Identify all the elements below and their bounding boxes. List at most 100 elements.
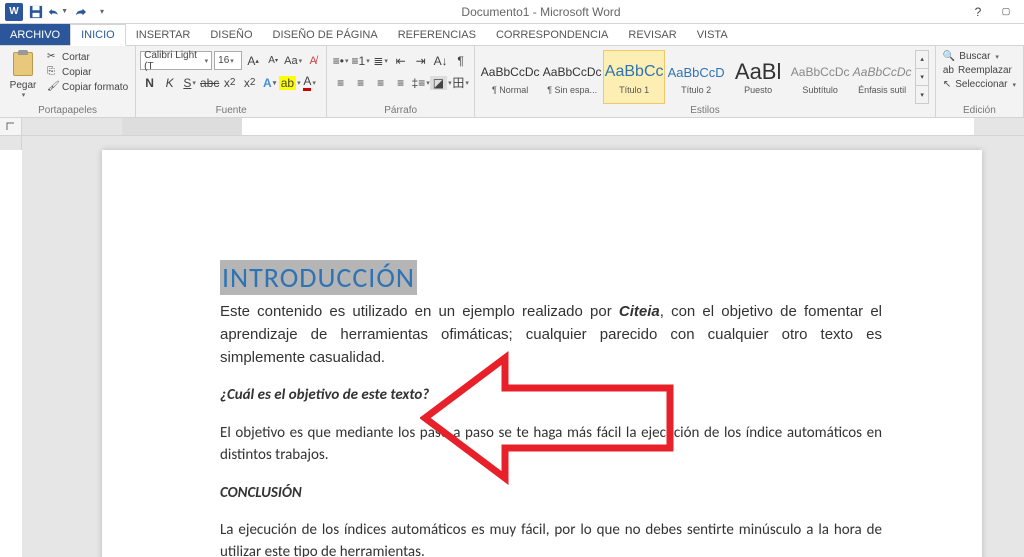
- undo-button[interactable]: ▼: [48, 2, 68, 22]
- title-bar: W ▼ ▾ Documento1 - Microsoft Word ? ▢: [0, 0, 1024, 24]
- styles-gallery: AaBbCcDc¶ Normal AaBbCcDc¶ Sin espa... A…: [479, 48, 929, 104]
- bullets-button[interactable]: ≡•▾: [331, 51, 350, 70]
- doc-paragraph-2[interactable]: El objetivo es que mediante los paso a p…: [220, 423, 882, 467]
- save-icon: [29, 5, 43, 19]
- tab-references[interactable]: REFERENCIAS: [388, 24, 486, 45]
- group-font-label: Fuente: [140, 104, 322, 117]
- cursor-icon: ↖: [943, 79, 951, 90]
- horizontal-ruler[interactable]: [22, 118, 1024, 135]
- doc-paragraph-3[interactable]: La ejecución de los índices automáticos …: [220, 520, 882, 557]
- help-button[interactable]: ?: [966, 3, 990, 21]
- tab-insert[interactable]: INSERTAR: [126, 24, 201, 45]
- doc-question-heading[interactable]: ¿Cuál es el objetivo de este texto?: [220, 385, 882, 407]
- strikethrough-button[interactable]: abc: [200, 73, 219, 92]
- quick-access-toolbar: W ▼ ▾: [0, 2, 116, 22]
- style-no-spacing[interactable]: AaBbCcDc¶ Sin espa...: [541, 50, 603, 104]
- save-button[interactable]: [26, 2, 46, 22]
- cut-label: Cortar: [62, 52, 90, 63]
- format-painter-button[interactable]: 🖌Copiar formato: [44, 80, 131, 94]
- sort-button[interactable]: A↓: [431, 51, 450, 70]
- font-size-combo[interactable]: 16▾: [214, 51, 242, 70]
- cut-button[interactable]: ✂Cortar: [44, 50, 131, 64]
- align-right-button[interactable]: ≡: [371, 73, 390, 92]
- qat-customize[interactable]: ▾: [92, 2, 112, 22]
- find-button[interactable]: 🔍Buscar▾: [940, 50, 1019, 63]
- tab-mail[interactable]: CORRESPONDENCIA: [486, 24, 618, 45]
- copy-icon: ⎘: [47, 66, 59, 78]
- group-editing: 🔍Buscar▾ abReemplazar ↖Seleccionar▾ Edic…: [936, 46, 1024, 117]
- group-paragraph: ≡•▾ ≡1▾ ≣▾ ⇤ ⇥ A↓ ¶ ≡ ≡ ≡ ≡ ‡≡▾ ◪▾ 田▾: [327, 46, 475, 117]
- borders-button[interactable]: 田▾: [451, 73, 470, 92]
- highlight-button[interactable]: ab▾: [280, 73, 299, 92]
- align-center-button[interactable]: ≡: [351, 73, 370, 92]
- ruler-corner[interactable]: [0, 118, 22, 135]
- undo-icon: [48, 6, 60, 18]
- decrease-indent-button[interactable]: ⇤: [391, 51, 410, 70]
- style-subtitle[interactable]: AaBbCcDcSubtítulo: [789, 50, 851, 104]
- group-clipboard: Pegar ▾ ✂Cortar ⎘Copiar 🖌Copiar formato …: [0, 46, 136, 117]
- paste-button[interactable]: Pegar ▾: [4, 48, 42, 99]
- doc-paragraph-1[interactable]: Este contenido es utilizado en un ejempl…: [220, 301, 882, 369]
- numbering-button[interactable]: ≡1▾: [351, 51, 370, 70]
- group-styles-label: Estilos: [479, 104, 931, 117]
- vertical-ruler[interactable]: [0, 136, 22, 557]
- gallery-scroll-down[interactable]: ▾: [916, 69, 928, 87]
- document-canvas[interactable]: INTRODUCCIÓN Este contenido es utilizado…: [22, 136, 1024, 557]
- doc-conclusion-heading[interactable]: CONCLUSIÓN: [220, 483, 882, 505]
- tab-selector-icon: [6, 122, 16, 132]
- document-area: INTRODUCCIÓN Este contenido es utilizado…: [0, 136, 1024, 557]
- subscript-button[interactable]: x2: [220, 73, 239, 92]
- style-subtle-emphasis[interactable]: AaBbCcDcÉnfasis sutil: [851, 50, 913, 104]
- brush-icon: 🖌: [47, 81, 59, 93]
- doc-heading-1[interactable]: INTRODUCCIÓN: [220, 260, 882, 295]
- text-effects-button[interactable]: A▾: [260, 73, 279, 92]
- style-heading2[interactable]: AaBbCcDTítulo 2: [665, 50, 727, 104]
- change-case-button[interactable]: Aa▾: [284, 51, 302, 70]
- line-spacing-button[interactable]: ‡≡▾: [411, 73, 430, 92]
- tab-file[interactable]: ARCHIVO: [0, 24, 70, 45]
- style-normal[interactable]: AaBbCcDc¶ Normal: [479, 50, 541, 104]
- clear-formatting-button[interactable]: A̸: [304, 51, 322, 70]
- style-title[interactable]: AaBlPuesto: [727, 50, 789, 104]
- align-justify-button[interactable]: ≡: [391, 73, 410, 92]
- shading-button[interactable]: ◪▾: [431, 73, 450, 92]
- ribbon-options-button[interactable]: ▢: [994, 3, 1018, 21]
- ribbon: Pegar ▾ ✂Cortar ⎘Copiar 🖌Copiar formato …: [0, 46, 1024, 118]
- copy-label: Copiar: [62, 67, 91, 78]
- binoculars-icon: 🔍: [943, 51, 955, 62]
- replace-button[interactable]: abReemplazar: [940, 64, 1019, 77]
- shrink-font-button[interactable]: A▾: [264, 51, 282, 70]
- paste-icon: [10, 52, 36, 78]
- superscript-button[interactable]: x2: [240, 73, 259, 92]
- gallery-scroll-up[interactable]: ▴: [916, 51, 928, 69]
- tab-layout[interactable]: DISEÑO DE PÁGINA: [263, 24, 388, 45]
- select-button[interactable]: ↖Seleccionar▾: [940, 78, 1019, 91]
- tab-home[interactable]: INICIO: [70, 24, 126, 46]
- tab-design[interactable]: DISEÑO: [200, 24, 262, 45]
- bold-button[interactable]: N: [140, 73, 159, 92]
- show-marks-button[interactable]: ¶: [451, 51, 470, 70]
- copy-button[interactable]: ⎘Copiar: [44, 65, 131, 79]
- gallery-expand[interactable]: ▾: [916, 86, 928, 103]
- page-1[interactable]: INTRODUCCIÓN Este contenido es utilizado…: [102, 150, 982, 557]
- window-title: Documento1 - Microsoft Word: [116, 5, 966, 19]
- style-heading1[interactable]: AaBbCcTítulo 1: [603, 50, 665, 104]
- tab-review[interactable]: REVISAR: [618, 24, 686, 45]
- group-editing-label: Edición: [940, 104, 1019, 117]
- multilevel-button[interactable]: ≣▾: [371, 51, 390, 70]
- app-icon[interactable]: W: [4, 2, 24, 22]
- group-clipboard-label: Portapapeles: [4, 104, 131, 117]
- scissors-icon: ✂: [47, 51, 59, 63]
- redo-button[interactable]: [70, 2, 90, 22]
- align-left-button[interactable]: ≡: [331, 73, 350, 92]
- italic-button[interactable]: K: [160, 73, 179, 92]
- group-paragraph-label: Párrafo: [331, 104, 470, 117]
- group-font: Calibri Light (T▾ 16▾ A▴ A▾ Aa▾ A̸ N K S…: [136, 46, 327, 117]
- font-color-button[interactable]: A▾: [300, 73, 319, 92]
- increase-indent-button[interactable]: ⇥: [411, 51, 430, 70]
- tab-view[interactable]: VISTA: [687, 24, 738, 45]
- grow-font-button[interactable]: A▴: [244, 51, 262, 70]
- underline-button[interactable]: S▾: [180, 73, 199, 92]
- font-name-combo[interactable]: Calibri Light (T▾: [140, 51, 212, 70]
- redo-icon: [73, 6, 87, 18]
